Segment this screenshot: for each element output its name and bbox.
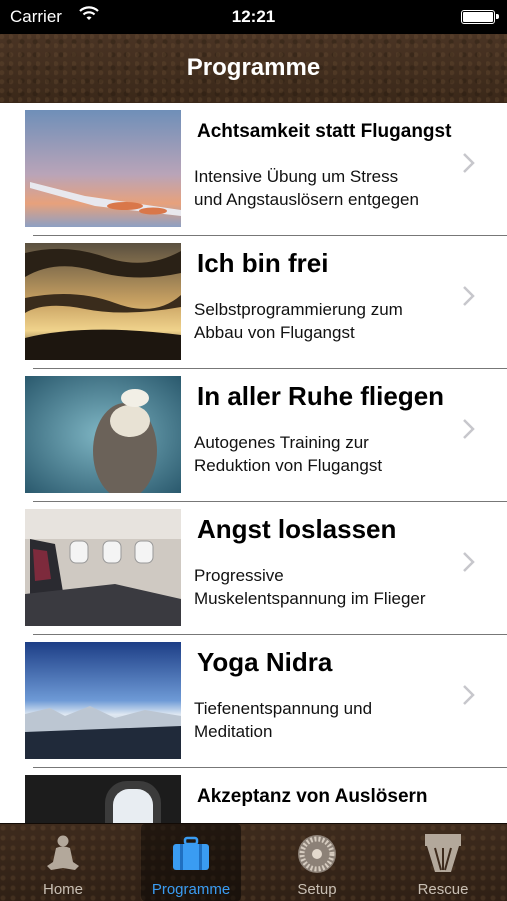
program-title: Achtsamkeit statt Flugangst bbox=[197, 121, 452, 142]
page-title: Programme bbox=[186, 54, 321, 81]
airplane-wing-thumbnail bbox=[25, 110, 181, 227]
tab-setup[interactable]: Setup bbox=[267, 824, 367, 901]
program-title: Akzeptanz von Auslösern bbox=[197, 786, 428, 807]
program-row-ich-bin-frei[interactable]: Ich bin frei Selbstprogrammierung zum Abb… bbox=[0, 236, 507, 369]
airplane-cabin-thumbnail bbox=[25, 509, 181, 626]
tab-label: Rescue bbox=[417, 881, 469, 898]
tab-home[interactable]: Home bbox=[13, 824, 113, 901]
navigation-bar: Programme bbox=[0, 34, 507, 104]
turbine-icon bbox=[298, 835, 336, 873]
chevron-right-icon bbox=[463, 552, 475, 572]
program-row-akzeptanz[interactable]: Akzeptanz von Auslösern bbox=[0, 768, 507, 823]
help-icon bbox=[425, 834, 461, 872]
chevron-right-icon bbox=[463, 153, 475, 173]
program-title: In aller Ruhe fliegen bbox=[197, 381, 445, 411]
status-time: 12:21 bbox=[231, 7, 276, 26]
program-title: Yoga Nidra bbox=[197, 647, 333, 677]
program-title: Ich bin frei bbox=[197, 248, 329, 278]
program-description: Selbstprogrammierung zum Abbau von Flugan… bbox=[194, 300, 403, 342]
sea-otter-thumbnail bbox=[25, 376, 181, 493]
program-title: Angst loslassen bbox=[197, 514, 397, 544]
aerial-mountains-thumbnail bbox=[25, 642, 181, 759]
tab-label: Home bbox=[42, 881, 83, 898]
program-description: Intensive Übung um Stress und Angstauslös… bbox=[194, 167, 419, 209]
program-list[interactable]: Achtsamkeit statt Flugangst Intensive Üb… bbox=[0, 103, 507, 823]
airplane-window-thumbnail bbox=[25, 775, 181, 823]
chevron-right-icon bbox=[463, 419, 475, 439]
program-description: Autogenes Training zur Reduktion von Flug… bbox=[194, 433, 383, 475]
status-bar: Carrier 12:21 bbox=[0, 0, 507, 34]
meditating-person-icon bbox=[47, 835, 79, 870]
program-row-yoga-nidra[interactable]: Yoga Nidra Tiefenentspannung und Meditati… bbox=[0, 635, 507, 768]
battery-icon bbox=[461, 10, 499, 24]
tab-label: Setup bbox=[297, 881, 337, 898]
clouds-sunset-thumbnail bbox=[25, 243, 181, 360]
chevron-right-icon bbox=[463, 685, 475, 705]
program-row-angst-loslassen[interactable]: Angst loslassen Progressive Muskelentspan… bbox=[0, 502, 507, 635]
program-description: Progressive Muskelentspannung im Flieger bbox=[194, 566, 426, 608]
suitcase-icon bbox=[173, 836, 209, 870]
program-row-in-aller-ruhe[interactable]: In aller Ruhe fliegen Autogenes Training… bbox=[0, 369, 507, 502]
program-description: Tiefenentspannung und Meditation bbox=[194, 699, 373, 741]
chevron-right-icon bbox=[463, 286, 475, 306]
tab-rescue[interactable]: Rescue bbox=[393, 824, 493, 901]
tab-bar: Home Programme Setup Rescue bbox=[0, 823, 507, 901]
tab-programme[interactable]: Programme bbox=[141, 824, 241, 901]
program-row-achtsamkeit[interactable]: Achtsamkeit statt Flugangst Intensive Üb… bbox=[0, 103, 507, 236]
tab-label: Programme bbox=[151, 881, 231, 898]
